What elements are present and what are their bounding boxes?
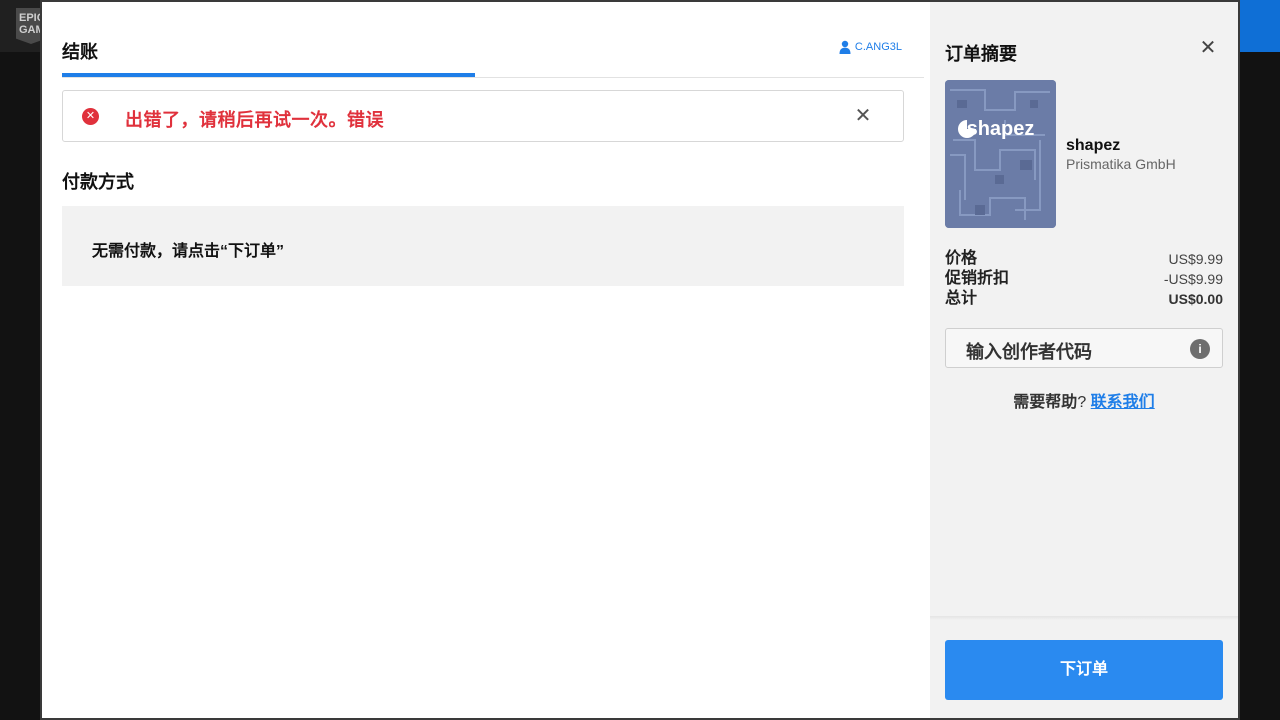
total-value: US$0.00: [1168, 291, 1223, 307]
payment-methods-heading: 付款方式: [62, 172, 134, 192]
discount-label: 促销折扣: [945, 270, 1010, 287]
error-message: 出错了，请稍后再试一次。错误: [125, 110, 384, 130]
tab-checkout[interactable]: 结账: [62, 38, 98, 64]
price-label: 价格: [945, 250, 978, 267]
cover-title: shapez: [966, 118, 1035, 140]
contact-us-link[interactable]: 联系我们: [1091, 394, 1155, 411]
price-row-total: 总计 US$0.00: [945, 289, 1223, 309]
footer-divider: [930, 616, 1238, 620]
order-summary-panel: 订单摘要 ✕ shapez shapez Prismatika GmbH 价格 …: [930, 2, 1238, 718]
place-order-button[interactable]: 下订单: [945, 640, 1223, 700]
product-cover-image: shapez: [945, 80, 1056, 228]
order-summary-title: 订单摘要: [945, 44, 1017, 64]
discount-value: -US$9.99: [1163, 271, 1223, 287]
active-tab-indicator: [62, 73, 475, 77]
price-value: US$9.99: [1168, 251, 1223, 267]
price-row-price: 价格 US$9.99: [945, 249, 1223, 269]
price-row-discount: 促销折扣 -US$9.99: [945, 269, 1223, 289]
close-icon[interactable]: ✕: [1196, 36, 1220, 60]
no-payment-needed-text: 无需付款，请点击“下订单”: [92, 243, 285, 260]
info-icon[interactable]: i: [1190, 339, 1210, 359]
total-label: 总计: [945, 290, 978, 307]
cover-pattern: [945, 80, 1056, 228]
account-indicator: C.ANG3L: [839, 40, 902, 54]
top-bar-action-button[interactable]: [1236, 0, 1280, 52]
help-prefix: 需要帮助: [1013, 394, 1078, 411]
price-breakdown: 价格 US$9.99 促销折扣 -US$9.99 总计 US$0.00: [945, 249, 1223, 309]
help-question-mark: ?: [1077, 394, 1087, 411]
checkout-tab-bar: 结账 C.ANG3L: [62, 2, 924, 78]
creator-code-input[interactable]: 输入创作者代码 i: [945, 328, 1223, 368]
error-banner: ✕ 出错了，请稍后再试一次。错误 ✕: [62, 90, 904, 142]
creator-code-placeholder: 输入创作者代码: [966, 342, 1092, 362]
help-line: 需要帮助? 联系我们: [945, 388, 1223, 412]
error-icon: ✕: [82, 108, 99, 125]
payment-method-box: 无需付款，请点击“下订单”: [62, 206, 904, 286]
checkout-main-panel: 结账 C.ANG3L ✕ 出错了，请稍后再试一次。错误 ✕ 付款方式 无需付款，…: [42, 2, 930, 718]
product-developer: Prismatika GmbH: [1066, 156, 1176, 172]
user-icon: [839, 40, 851, 54]
account-name: C.ANG3L: [854, 41, 902, 53]
product-name: shapez: [1066, 137, 1121, 154]
close-icon[interactable]: ✕: [851, 104, 875, 128]
checkout-modal: 结账 C.ANG3L ✕ 出错了，请稍后再试一次。错误 ✕ 付款方式 无需付款，…: [40, 0, 1240, 720]
